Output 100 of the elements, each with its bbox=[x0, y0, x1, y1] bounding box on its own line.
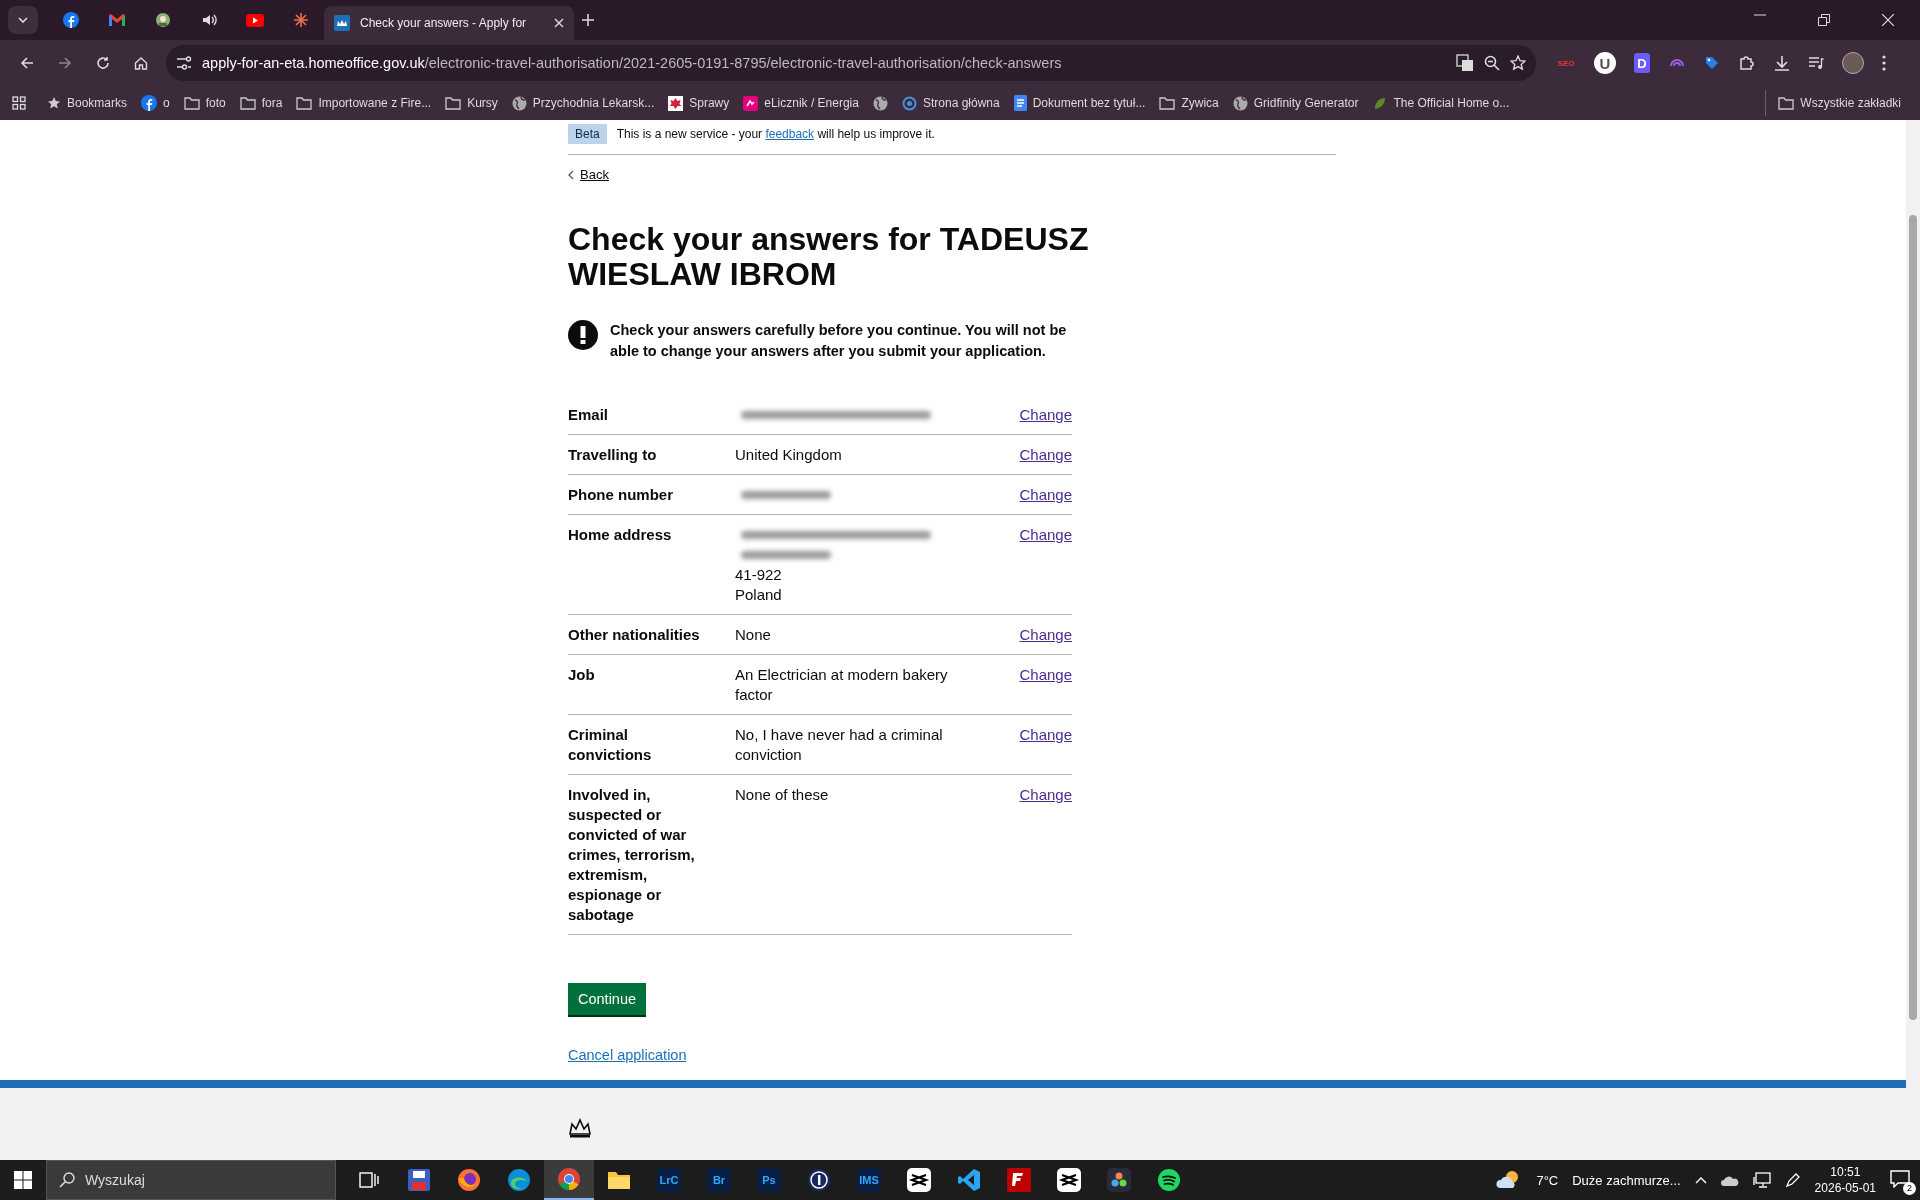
apps-grid-icon[interactable] bbox=[12, 96, 26, 110]
extension-icon[interactable]: U bbox=[1594, 52, 1616, 74]
phase-banner-text: This is a new service - your feedback will help us improve it. bbox=[616, 127, 935, 141]
close-icon[interactable] bbox=[554, 18, 564, 28]
color-wheel-icon bbox=[1107, 1168, 1131, 1192]
taskbar-app[interactable] bbox=[544, 1160, 594, 1200]
scrollbar-thumb[interactable] bbox=[1909, 215, 1917, 1020]
bookmark[interactable]: Przychodnia Lekarsk... bbox=[504, 90, 662, 116]
summary-key: Criminal convictions bbox=[568, 724, 735, 765]
meter-icon bbox=[743, 95, 759, 111]
folder-icon bbox=[183, 96, 200, 110]
address-bar[interactable]: apply-for-an-eta.homeoffice.gov.uk/electronic-travel-authorisation/2021-2605-0191-8795/electronic-travel-authorisation/check-answers bbox=[166, 45, 1536, 81]
summary-value: None bbox=[735, 624, 772, 645]
bookmark[interactable]: foto bbox=[176, 90, 233, 116]
home-icon[interactable] bbox=[134, 56, 148, 70]
summary-key: Involved in, suspected or convicted of war crimes, terrorism, extremism, espionage or sabotage bbox=[568, 784, 735, 925]
network-icon[interactable] bbox=[1752, 1172, 1771, 1188]
keyhole-app-icon bbox=[807, 1168, 831, 1192]
change-link[interactable]: Change bbox=[1019, 444, 1072, 465]
zoom-icon[interactable] bbox=[1484, 55, 1500, 71]
speaker-icon bbox=[201, 12, 217, 28]
change-link[interactable]: Change bbox=[1019, 404, 1072, 425]
bookmark[interactable]: The Official Home o... bbox=[1365, 90, 1517, 116]
ring-icon bbox=[901, 95, 917, 111]
taskbar-app[interactable]: Br bbox=[694, 1160, 744, 1200]
bookmark[interactable]: Sprawy bbox=[661, 90, 737, 116]
task-view-icon bbox=[359, 1171, 379, 1189]
back-arrow-icon[interactable] bbox=[20, 56, 34, 70]
forward-arrow-icon[interactable] bbox=[58, 56, 72, 70]
windows-start-icon[interactable] bbox=[14, 1171, 32, 1189]
taskbar-app[interactable]: Ps bbox=[744, 1160, 794, 1200]
globe-icon bbox=[872, 95, 888, 111]
bookmark[interactable]: fora bbox=[232, 90, 290, 116]
change-link[interactable]: Change bbox=[1019, 524, 1072, 605]
menu-icon[interactable] bbox=[1882, 55, 1886, 71]
reload-icon[interactable] bbox=[96, 56, 110, 70]
caret-icon bbox=[18, 17, 28, 23]
continue-button[interactable]: Continue bbox=[568, 982, 647, 1015]
taskbar-app[interactable]: LrC bbox=[644, 1160, 694, 1200]
bookmark[interactable]: Bookmarks bbox=[40, 90, 135, 116]
app-icon: IMS bbox=[857, 1168, 881, 1192]
feedback-link[interactable]: feedback bbox=[765, 127, 815, 141]
bookmark[interactable]: Dokument bez tytuł... bbox=[1006, 90, 1153, 116]
search-icon bbox=[59, 1172, 75, 1188]
all-bookmarks[interactable]: Wszystkie zakładki bbox=[1765, 90, 1908, 116]
change-link[interactable]: Change bbox=[1019, 784, 1072, 925]
chevron-up-icon[interactable] bbox=[1694, 1176, 1707, 1184]
bookmark[interactable]: Zywica bbox=[1152, 90, 1226, 116]
app-icon: Ps bbox=[757, 1168, 781, 1192]
back-link[interactable]: Back bbox=[580, 167, 609, 182]
site-settings-icon[interactable] bbox=[176, 56, 192, 70]
profile-avatar[interactable] bbox=[1842, 52, 1864, 74]
taskbar-search-field[interactable]: Wyszukaj bbox=[46, 1160, 336, 1200]
bookmark[interactable]: Strona główna bbox=[894, 90, 1007, 116]
cancel-link[interactable]: Cancel application bbox=[568, 1046, 687, 1063]
extension-icon[interactable]: D bbox=[1634, 53, 1650, 73]
folder-icon bbox=[445, 96, 462, 110]
summary-value: United Kingdom bbox=[735, 444, 843, 465]
tab-search-button[interactable] bbox=[8, 6, 38, 34]
music-app-icon bbox=[1157, 1168, 1181, 1192]
tag-extension-icon[interactable] bbox=[1704, 55, 1720, 71]
media-controls-icon[interactable] bbox=[1808, 56, 1824, 70]
document-icon bbox=[1013, 95, 1027, 111]
chevron-left-icon bbox=[568, 169, 574, 180]
weather-condition[interactable]: Duże zachmurze... bbox=[1572, 1172, 1681, 1188]
browser-tab[interactable]: Check your answers - Apply for bbox=[324, 6, 574, 40]
bookmark[interactable]: Gridfinity Generator bbox=[1225, 90, 1366, 116]
warning-icon bbox=[568, 320, 598, 351]
page-heading: Check your answers for TADEUSZ WIESLAW IBROM bbox=[568, 222, 1090, 293]
bookmark[interactable]: o bbox=[134, 90, 177, 116]
star-icon bbox=[47, 96, 61, 110]
change-link[interactable]: Change bbox=[1019, 624, 1072, 645]
summary-key: Email bbox=[568, 404, 735, 425]
pen-icon[interactable] bbox=[1784, 1172, 1801, 1188]
taskbar-app[interactable]: IMS bbox=[844, 1160, 894, 1200]
mail-icon bbox=[108, 13, 126, 27]
weather-temperature[interactable]: 7°C bbox=[1536, 1172, 1559, 1188]
new-tab-icon[interactable] bbox=[582, 14, 594, 26]
notification-count: 2 bbox=[1903, 1181, 1916, 1195]
summary-key: Home address bbox=[568, 524, 735, 605]
download-icon[interactable] bbox=[1774, 55, 1790, 71]
change-link[interactable]: Change bbox=[1019, 724, 1072, 765]
clock-date[interactable]: 2026-05-01 bbox=[1814, 1180, 1876, 1196]
folder-icon bbox=[1159, 96, 1176, 110]
change-link[interactable]: Change bbox=[1019, 664, 1072, 705]
app-icon: Br bbox=[707, 1168, 731, 1192]
extensions-icon[interactable] bbox=[1738, 54, 1756, 72]
change-link[interactable]: Change bbox=[1019, 484, 1072, 505]
bookmark[interactable]: Kursy bbox=[438, 90, 505, 116]
clock-time[interactable]: 10:51 bbox=[1830, 1164, 1861, 1180]
folder-icon bbox=[296, 96, 313, 110]
close-icon[interactable] bbox=[1882, 14, 1894, 26]
warning-text: Check your answers carefully before you continue. You will not be able to change your answers after you submit your application. bbox=[610, 321, 1068, 361]
translate-icon[interactable] bbox=[1456, 54, 1474, 72]
restore-icon[interactable] bbox=[1818, 14, 1830, 26]
folder-icon bbox=[239, 96, 256, 110]
facebook-icon bbox=[141, 95, 158, 111]
bookmark-star-icon[interactable] bbox=[1510, 55, 1526, 71]
bookmark[interactable]: eLicznik / Energia bbox=[736, 90, 866, 116]
bookmark[interactable]: Importowane z Fire... bbox=[289, 90, 439, 116]
